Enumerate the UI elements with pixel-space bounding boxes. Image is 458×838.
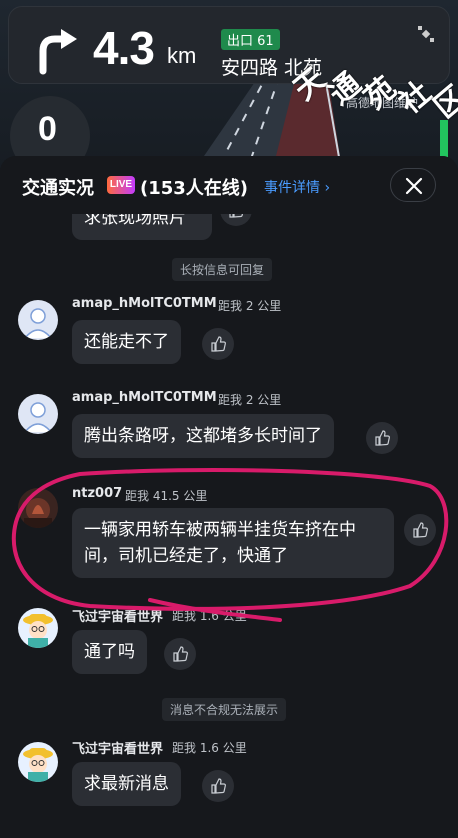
speed-value: 0 [38,110,57,148]
message-bubble[interactable]: 一辆家用轿车被两辆半挂货车挤在中 间，司机已经走了，快通了 [72,508,394,578]
default-avatar-icon [18,300,58,340]
live-badge: LIVE [107,176,135,194]
user-photo-avatar [18,488,58,528]
thumbs-up-icon [375,430,390,446]
like-button[interactable] [404,514,436,546]
user-distance: 距我 1.6 公里 [172,741,247,755]
thumbs-up-icon [413,522,428,538]
thumbs-up-icon [173,646,188,662]
online-count: (153人在线) [140,178,249,199]
username: ntz007 [72,486,123,501]
avatar[interactable] [18,742,58,782]
sheet-title: 交通实况 [22,178,94,199]
like-button[interactable] [366,422,398,454]
user-distance: 距我 41.5 公里 [125,489,208,503]
message-bubble[interactable]: 求最新消息 [72,762,181,806]
username: amap_hMolTC0TMM [72,296,217,311]
thumbs-up-icon [211,778,226,794]
avatar[interactable] [18,300,58,340]
traffic-live-sheet: 交通实况 LIVE (153人在线) 事件详情 › 求张现场照片 长按信息可回复 [0,156,458,838]
system-blocked-text: 消息不合规无法展示 [170,703,279,717]
sheet-header: 交通实况 LIVE (153人在线) 事件详情 › [0,156,458,214]
thumbs-up-icon [211,336,226,352]
default-avatar-icon [18,394,58,434]
event-details-link[interactable]: 事件详情 › [264,177,330,197]
turn-right-arrow-icon [39,29,77,75]
system-blocked-notice: 消息不合规无法展示 [162,698,287,721]
message-text-line-1: 一辆家用轿车被两辆半挂货车挤在中 [84,520,356,540]
message-bubble[interactable]: 还能走不了 [72,320,181,364]
avatar[interactable] [18,488,58,528]
message-text: 求最新消息 [84,774,169,794]
close-icon [405,177,423,195]
message-text-line-2: 间，司机已经走了，快通了 [84,546,288,566]
message-bubble[interactable]: 腾出条路呀，这都堵多长时间了 [72,414,334,458]
like-button[interactable] [202,328,234,360]
message-text: 腾出条路呀，这都堵多长时间了 [84,426,322,446]
message-bubble[interactable]: 通了吗 [72,630,147,674]
like-button[interactable] [202,770,234,802]
user-distance: 距我 2 公里 [218,299,282,313]
like-button[interactable] [164,638,196,670]
username: 飞过宇宙看世界 [72,742,164,757]
cartoon-avatar [18,742,58,782]
username: 飞过宇宙看世界 [72,610,164,625]
user-distance: 距我 2 公里 [218,393,282,407]
system-hint: 长按信息可回复 [172,258,273,281]
message-text: 通了吗 [84,642,135,662]
distance-unit: km [167,43,197,68]
message-text: 还能走不了 [84,332,169,352]
username: amap_hMolTC0TMM [72,390,217,405]
cartoon-avatar [18,608,58,648]
user-distance: 距我 1.6 公里 [172,609,247,623]
avatar[interactable] [18,394,58,434]
watermark-char: 区 [427,79,458,126]
system-hint-text: 长按信息可回复 [180,263,265,277]
close-button[interactable] [390,168,436,202]
distance-value: 4.3 [93,22,155,74]
avatar[interactable] [18,608,58,648]
message-list[interactable]: 求张现场照片 长按信息可回复 amap_hMolTC0TMM 距我 2 公里 还… [0,190,458,838]
exit-badge: 出口 61 [221,29,280,50]
